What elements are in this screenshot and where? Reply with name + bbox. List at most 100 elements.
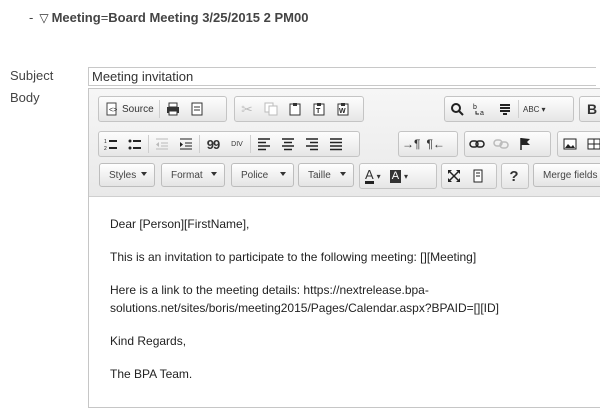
bulleted-list-icon [128,139,141,150]
paste-text-button[interactable]: T [307,97,331,121]
editor-content[interactable]: Dear [Person][FirstName], This is an inv… [110,215,499,383]
ltr-button[interactable]: →¶ [399,132,423,156]
clipboard-icon [289,103,301,116]
filter-breadcrumb: - ▽ Meeting=Board Meeting 3/25/2015 2 PM00 [29,10,308,25]
justify-button[interactable] [324,132,348,156]
numbered-list-button[interactable]: 12 [99,132,123,156]
filter-funnel-icon: ▽ [39,11,49,25]
editing-group: ba ABC ▾ [444,96,574,122]
justify-icon [330,138,342,151]
undo-button[interactable]: ↶ [357,97,364,121]
separator [518,100,519,118]
bg-color-button[interactable]: A ▾ [386,164,412,188]
copy-button[interactable] [259,97,283,121]
paste-word-icon: W [337,103,349,116]
help-button[interactable]: ? [502,164,526,188]
svg-text:W: W [339,108,346,115]
chevron-down-icon [280,172,286,176]
blockquote-button[interactable]: 99 [201,132,225,156]
bulleted-list-button[interactable] [123,132,147,156]
paste-text-icon: T [313,103,325,116]
unlink-icon [493,139,509,149]
show-blocks-icon [473,169,483,183]
styles-dropdown[interactable]: Styles [99,163,155,187]
font-dropdown[interactable]: Police [231,163,294,187]
bg-color-icon: A [389,169,402,183]
font-label: Police [241,169,269,181]
chevron-down-icon: ▾ [376,171,381,181]
print-button[interactable] [161,97,185,121]
align-left-button[interactable] [252,132,276,156]
body-line: The BPA Team. [110,367,193,381]
image-button[interactable] [558,132,582,156]
numbered-list-icon: 12 [104,139,117,151]
text-color-icon: A [365,167,374,184]
source-label: Source [122,103,154,115]
source-button[interactable]: <> Source [99,97,158,121]
svg-text:T: T [316,108,321,115]
rtl-icon: ¶← [426,137,445,151]
table-button[interactable] [582,132,600,156]
body-line: solutions.net/sites/boris/meeting2015/Pa… [110,301,499,315]
spellcheck-button[interactable]: ABC ▾ [520,97,548,121]
links-group [464,131,551,157]
link-button[interactable] [465,132,489,156]
svg-text:b: b [473,104,477,111]
replace-button[interactable]: ba [469,97,493,121]
chevron-down-icon: ▾ [404,171,409,181]
tools-group [441,163,497,189]
merge-fields-label: Merge fields [543,169,598,181]
align-right-button[interactable] [300,132,324,156]
replace-icon: ba [473,104,484,116]
bold-icon: B [586,101,598,117]
image-icon [563,138,577,150]
div-container-button[interactable]: DIV [225,132,249,156]
indent-icon [180,138,192,150]
link-icon [469,140,485,148]
colors-group: A ▾ A ▾ [359,163,437,189]
document-group: <> Source [98,96,227,122]
filter-dash: - [29,10,34,25]
flag-icon [520,138,530,150]
outdent-button[interactable] [150,132,174,156]
indent-button[interactable] [174,132,198,156]
find-button[interactable] [445,97,469,121]
anchor-button[interactable] [513,132,537,156]
rtl-button[interactable]: ¶← [423,132,447,156]
select-all-button[interactable] [493,97,517,121]
align-left-icon [258,138,270,151]
ltr-icon: →¶ [402,137,421,151]
subject-input[interactable] [88,67,596,86]
merge-fields-dropdown[interactable]: Merge fields [533,163,600,187]
body-line: This is an invitation to participate to … [110,250,477,264]
unlink-button[interactable] [489,132,513,156]
svg-text:2: 2 [104,146,107,151]
text-color-button[interactable]: A ▾ [360,164,386,188]
show-blocks-button[interactable] [466,164,490,188]
maximize-button[interactable] [442,164,466,188]
svg-text:<>: <> [109,107,117,114]
paste-button[interactable] [283,97,307,121]
preview-button[interactable] [185,97,209,121]
help-icon: ? [509,167,519,185]
body-label: Body [10,90,40,105]
subject-label: Subject [10,68,54,83]
size-dropdown[interactable]: Taille [298,163,354,187]
cut-button[interactable]: ✂ [235,97,259,121]
chevron-down-icon: ▾ [541,104,546,114]
align-center-button[interactable] [276,132,300,156]
rich-text-editor[interactable]: <> Source ✂ T W b a ABC ▾ B 1 2 99 DIV →… [88,88,600,408]
maximize-icon [448,170,460,182]
bold-button[interactable]: B [580,97,600,121]
format-label: Format [171,169,203,181]
body-line: Here is a link to the meeting details: h… [110,283,429,297]
basic-styles-group: B [579,96,600,122]
filter-field: Meeting [51,10,101,25]
print-icon [166,102,179,116]
body-line: Dear [Person][FirstName], [110,217,250,231]
format-dropdown[interactable]: Format [161,163,225,187]
paste-word-button[interactable]: W [331,97,355,121]
chevron-down-icon [211,172,217,176]
source-icon: <> [106,102,117,116]
spellcheck-icon: ABC [523,104,540,114]
